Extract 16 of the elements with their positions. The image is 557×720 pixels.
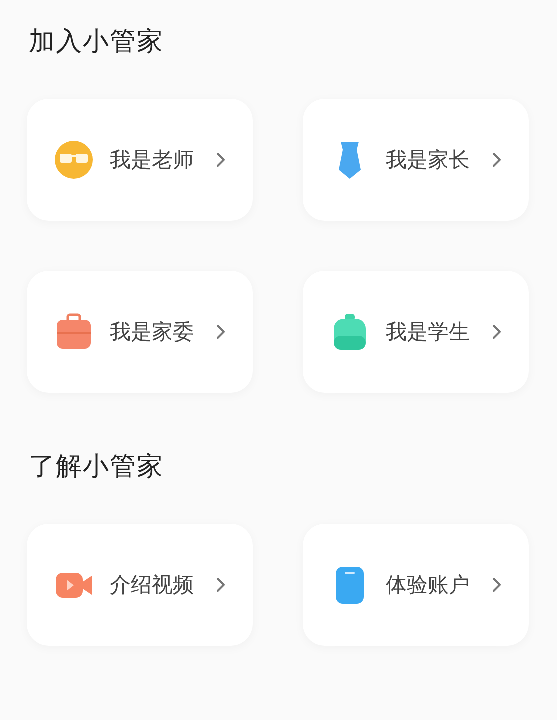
chevron-right-icon xyxy=(216,577,226,593)
menu-card[interactable]: 我是家长 xyxy=(303,99,529,221)
glasses-icon xyxy=(54,140,94,180)
chevron-right-icon xyxy=(492,577,502,593)
chevron-right-icon xyxy=(492,324,502,340)
menu-card[interactable]: 我是老师 xyxy=(27,99,253,221)
menu-card[interactable]: 我是学生 xyxy=(303,271,529,393)
section-title: 了解小管家 xyxy=(29,451,165,484)
chevron-right-icon xyxy=(216,324,226,340)
section-title: 加入小管家 xyxy=(29,26,165,59)
menu-card[interactable]: 我是家委 xyxy=(27,271,253,393)
chevron-right-icon xyxy=(492,152,502,168)
chevron-right-icon xyxy=(216,152,226,168)
briefcase-icon xyxy=(54,312,94,352)
menu-card[interactable]: 体验账户 xyxy=(303,524,529,646)
menu-card[interactable]: 介绍视频 xyxy=(27,524,253,646)
